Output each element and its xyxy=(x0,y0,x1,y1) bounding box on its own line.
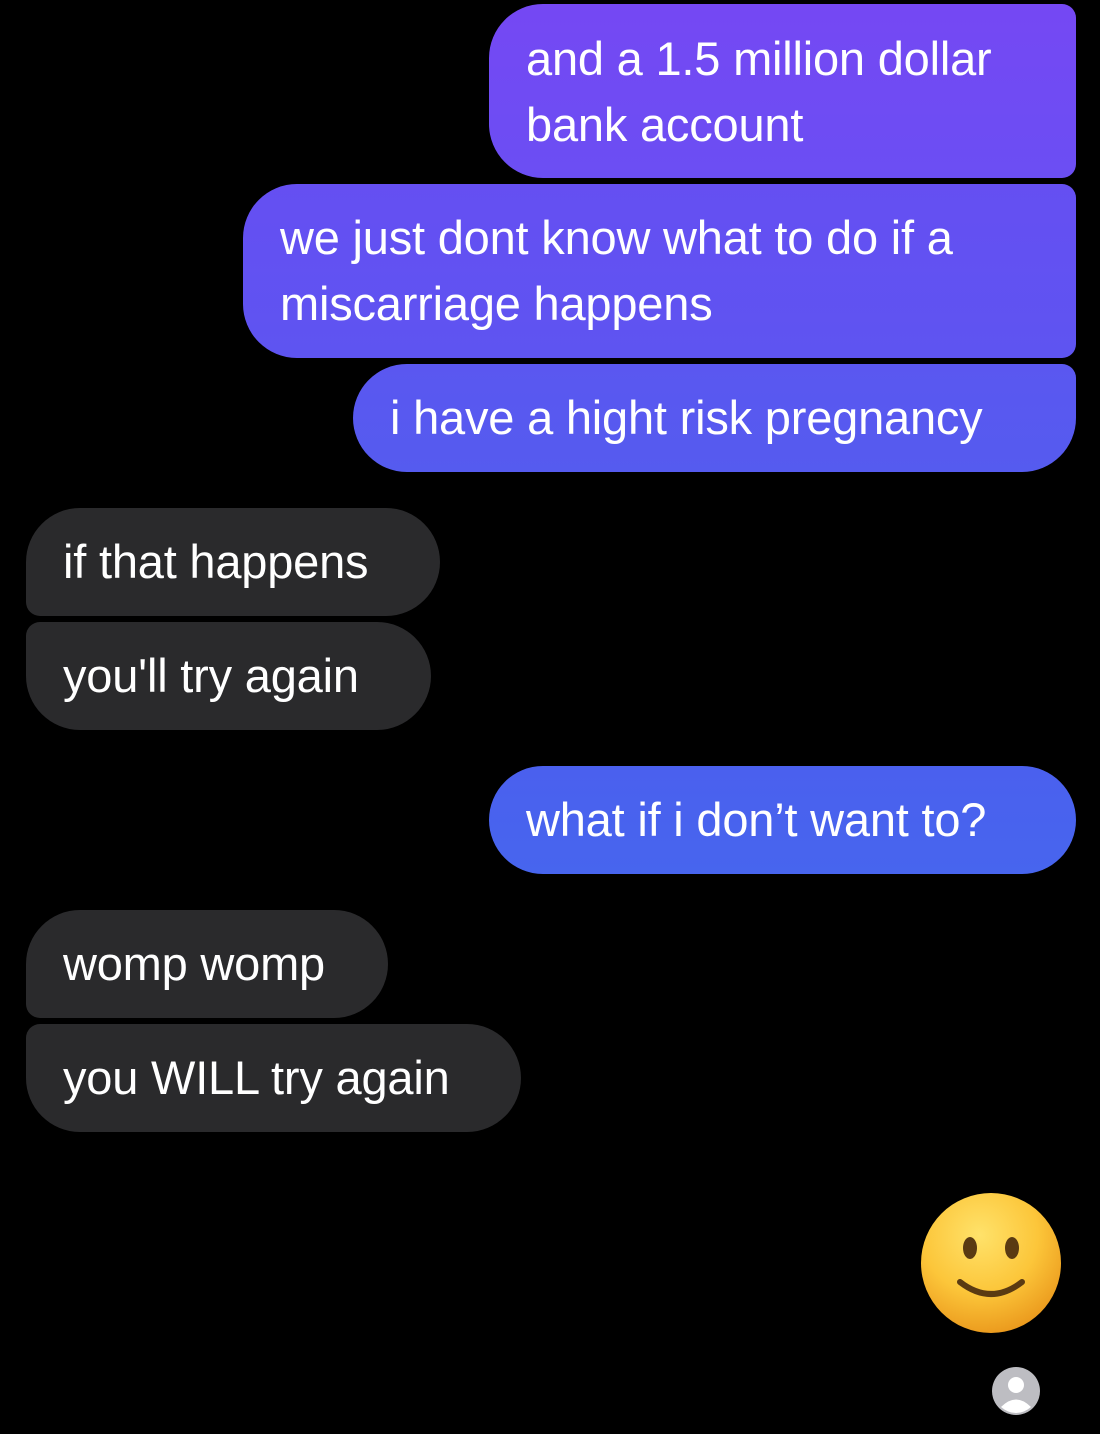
received-message-bubble[interactable]: you'll try again xyxy=(26,622,431,730)
received-message-bubble[interactable]: you WILL try again xyxy=(26,1024,521,1132)
received-message-bubble[interactable]: if that happens xyxy=(26,508,440,616)
seen-avatar[interactable] xyxy=(991,1366,1041,1416)
default-avatar-icon xyxy=(992,1367,1040,1415)
received-message-bubble[interactable]: womp womp xyxy=(26,910,388,1018)
sent-message-bubble[interactable]: i have a hight risk pregnancy xyxy=(353,364,1076,472)
smiley-icon xyxy=(921,1193,1061,1333)
sent-message-bubble[interactable]: what if i don’t want to? xyxy=(489,766,1076,874)
slightly-smiling-face-emoji[interactable] xyxy=(918,1190,1064,1336)
sent-message-bubble[interactable]: we just dont know what to do if a miscar… xyxy=(243,184,1076,358)
sent-message-bubble[interactable]: and a 1.5 million dollar bank account xyxy=(489,4,1076,178)
